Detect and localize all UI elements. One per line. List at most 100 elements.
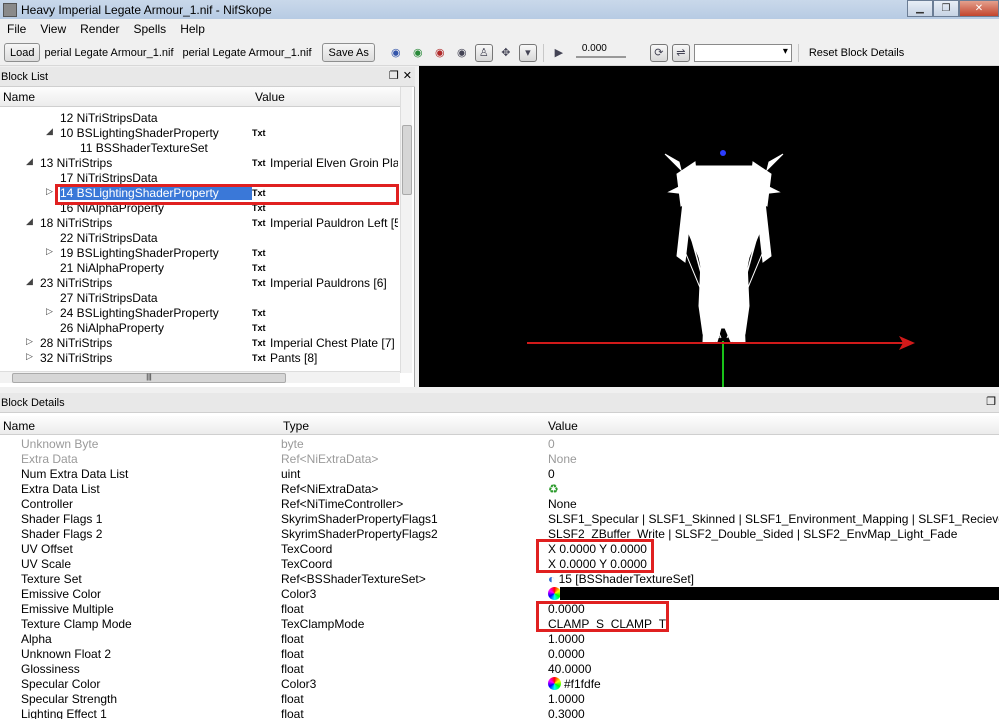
tree-row[interactable]: 11 BSShaderTextureSet	[0, 141, 400, 156]
expander-icon[interactable]: ▷	[46, 186, 53, 197]
tree-row[interactable]: 27 NiTriStripsData	[0, 291, 400, 306]
details-row[interactable]: Shader Flags 1 SkyrimShaderPropertyFlags1…	[0, 512, 999, 527]
details-row[interactable]: Emissive Color Color3	[0, 587, 999, 602]
field-value[interactable]: 40.0000	[548, 662, 591, 676]
expander-icon[interactable]: ◢	[26, 156, 33, 167]
column-name[interactable]: Name	[3, 419, 35, 433]
color-wheel-icon[interactable]	[548, 677, 561, 690]
field-value[interactable]: 0.3000	[548, 707, 585, 719]
column-value[interactable]: Value	[548, 419, 578, 433]
tree-row[interactable]: ▷ 32 NiTriStrips Txt Pants [8]	[0, 351, 400, 366]
menu-help[interactable]: Help	[173, 22, 212, 36]
color-swatch[interactable]	[560, 587, 999, 600]
dropdown-arrow-icon[interactable]: ▾	[518, 43, 537, 62]
time-slider[interactable]: 0.000	[575, 43, 626, 62]
tree-row[interactable]: ◢ 10 BSLightingShaderProperty Txt	[0, 126, 400, 141]
details-row[interactable]: Specular Color Color3 #f1fdfe	[0, 677, 999, 692]
details-row[interactable]: Specular Strength float 1.0000	[0, 692, 999, 707]
field-value[interactable]: #f1fdfe	[548, 677, 601, 691]
minimize-button[interactable]: ▁	[907, 0, 933, 17]
link-icon[interactable]: ◐	[548, 572, 559, 586]
load-file-field[interactable]: perial Legate Armour_1.nif	[44, 43, 178, 62]
expander-icon[interactable]: ▷	[46, 306, 53, 317]
field-value[interactable]: ♻	[548, 482, 559, 496]
details-row[interactable]: Extra Data Ref<NiExtraData> None	[0, 452, 999, 467]
field-value[interactable]: 0	[548, 437, 555, 451]
eye-gray-icon[interactable]: ◉	[453, 44, 471, 62]
loop-icon[interactable]: ⟳	[649, 43, 668, 62]
tree-row[interactable]: ◢ 13 NiTriStrips Txt Imperial Elven Groin P…	[0, 156, 400, 171]
tree-row[interactable]: ▷ 28 NiTriStrips Txt Imperial Chest Plate […	[0, 336, 400, 351]
details-row[interactable]: UV Scale TexCoord X 0.0000 Y 0.0000	[0, 557, 999, 572]
save-file-field[interactable]: perial Legate Armour_1.nif	[182, 43, 318, 62]
details-row[interactable]: Unknown Float 2 float 0.0000	[0, 647, 999, 662]
tree-row[interactable]: 12 NiTriStripsData	[0, 111, 400, 126]
details-row[interactable]: Shader Flags 2 SkyrimShaderPropertyFlags2…	[0, 527, 999, 542]
details-row[interactable]: Extra Data List Ref<NiExtraData> ♻	[0, 482, 999, 497]
menu-view[interactable]: View	[33, 22, 73, 36]
float-icon[interactable]: ❐	[986, 395, 996, 408]
details-row[interactable]: Num Extra Data List uint 0	[0, 467, 999, 482]
tree-row[interactable]: 26 NiAlphaProperty Txt	[0, 321, 400, 336]
load-button[interactable]: Load	[4, 43, 41, 62]
details-row[interactable]: Texture Clamp Mode TexClampMode CLAMP_S_CL…	[0, 617, 999, 632]
column-name[interactable]: Name	[0, 87, 252, 106]
details-row[interactable]: Glossiness float 40.0000	[0, 662, 999, 677]
animation-select[interactable]	[693, 43, 792, 62]
axes-icon[interactable]: ✥	[497, 44, 515, 62]
expander-icon[interactable]: ▷	[26, 336, 33, 347]
details-row[interactable]: Texture Set Ref<BSShaderTextureSet> ◐ 15 […	[0, 572, 999, 587]
field-name: UV Offset	[21, 542, 73, 556]
play-icon[interactable]: ▶	[550, 44, 568, 62]
expander-icon[interactable]: ◢	[46, 126, 53, 137]
field-value[interactable]: 1.0000	[548, 692, 585, 706]
details-row[interactable]: Unknown Byte byte 0	[0, 437, 999, 452]
eye-blue-icon[interactable]: ◉	[387, 44, 405, 62]
save-as-button[interactable]: Save As	[322, 43, 375, 62]
field-value[interactable]: None	[548, 452, 577, 466]
render-viewport[interactable]	[419, 66, 999, 387]
close-icon[interactable]: ✕	[403, 69, 412, 82]
menu-render[interactable]: Render	[73, 22, 126, 36]
details-row[interactable]: Emissive Multiple float 0.0000	[0, 602, 999, 617]
details-row[interactable]: Alpha float 1.0000	[0, 632, 999, 647]
vertical-scrollbar[interactable]	[400, 87, 412, 373]
figure-icon[interactable]: ♙	[474, 43, 493, 62]
tree-row[interactable]: 21 NiAlphaProperty Txt	[0, 261, 400, 276]
expander-icon[interactable]: ▷	[26, 351, 33, 362]
menu-file[interactable]: File	[0, 22, 33, 36]
field-value[interactable]: 0	[548, 467, 555, 481]
field-name: Emissive Multiple	[21, 602, 114, 616]
field-value[interactable]: ◐ 15 [BSShaderTextureSet]	[548, 572, 694, 586]
switch-icon[interactable]: ⇌	[671, 43, 690, 62]
tree-row[interactable]: ▷ 24 BSLightingShaderProperty Txt	[0, 306, 400, 321]
reset-block-details-button[interactable]: Reset Block Details	[809, 43, 904, 62]
float-icon[interactable]: ❐	[389, 69, 399, 82]
field-value[interactable]: 0.0000	[548, 647, 585, 661]
horizontal-scrollbar[interactable]: |||	[0, 371, 400, 383]
details-row[interactable]: Lighting Effect 1 float 0.3000	[0, 707, 999, 719]
tree-row[interactable]: ◢ 23 NiTriStrips Txt Imperial Pauldrons [6]	[0, 276, 400, 291]
scroll-thumb[interactable]: |||	[12, 373, 286, 383]
maximize-button[interactable]: ❐	[933, 0, 959, 17]
field-value[interactable]: 1.0000	[548, 632, 585, 646]
eye-green-icon[interactable]: ◉	[409, 44, 427, 62]
expander-icon[interactable]: ◢	[26, 276, 33, 287]
close-button[interactable]: ✕	[959, 0, 999, 17]
list-icon[interactable]: ♻	[548, 482, 559, 496]
expander-icon[interactable]: ▷	[46, 246, 53, 257]
tree-row[interactable]: ◢ 18 NiTriStrips Txt Imperial Pauldron Left…	[0, 216, 400, 231]
column-value[interactable]: Value	[252, 87, 288, 106]
details-row[interactable]: UV Offset TexCoord X 0.0000 Y 0.0000	[0, 542, 999, 557]
field-value[interactable]: None	[548, 497, 577, 511]
block-details-title: Block Details	[1, 396, 65, 409]
tree-row[interactable]: 22 NiTriStripsData	[0, 231, 400, 246]
field-value[interactable]: SLSF1_Specular | SLSF1_Skinned | SLSF1_E…	[548, 512, 999, 526]
menu-spells[interactable]: Spells	[127, 22, 174, 36]
tree-row[interactable]: ▷ 19 BSLightingShaderProperty Txt	[0, 246, 400, 261]
scroll-thumb[interactable]	[402, 125, 412, 195]
details-row[interactable]: Controller Ref<NiTimeController> None	[0, 497, 999, 512]
expander-icon[interactable]: ◢	[26, 216, 33, 227]
column-type[interactable]: Type	[283, 419, 309, 433]
eye-red-icon[interactable]: ◉	[431, 44, 449, 62]
